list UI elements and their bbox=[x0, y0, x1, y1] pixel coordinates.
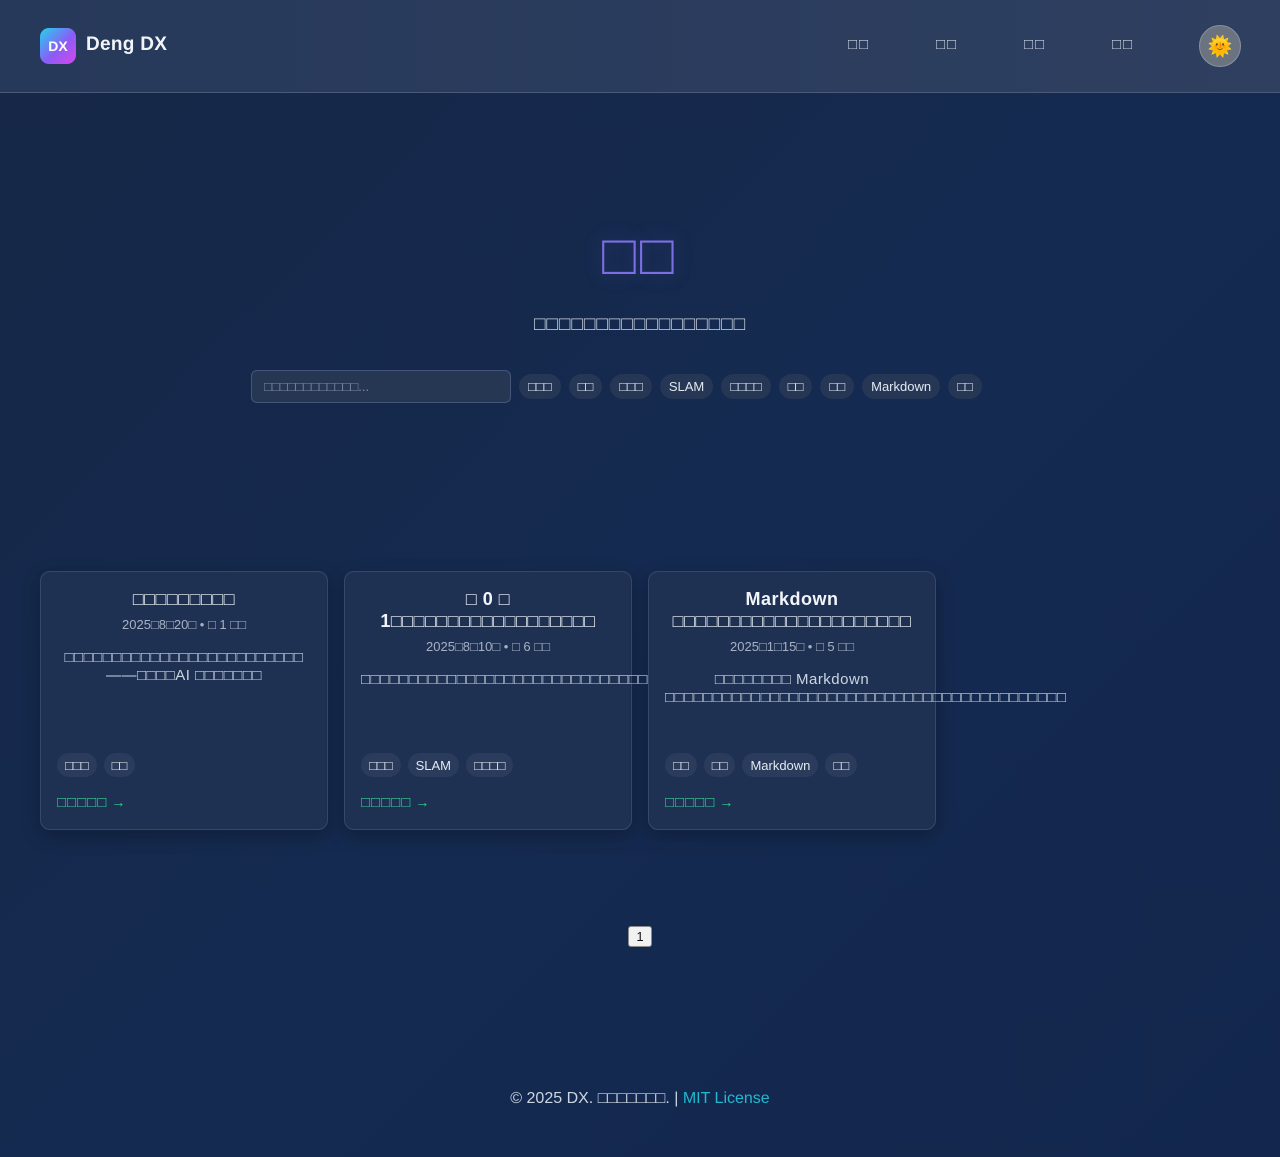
post-title[interactable]: □□□□□□□□□ bbox=[57, 588, 311, 610]
nav-link-4[interactable]: □□ bbox=[1112, 36, 1134, 53]
read-more-link[interactable]: □□□□□ → bbox=[361, 794, 430, 811]
post-meta: 2025□8□10□ • □ 6 □□ bbox=[426, 639, 550, 654]
tag-filter-list: □□□ □□ □□□ SLAM □□□□ □□ □□ Markdown □□ bbox=[519, 374, 982, 399]
post-tags: □□ □□ Markdown □□ bbox=[665, 753, 858, 777]
post-tag[interactable]: □□□ bbox=[57, 753, 97, 777]
read-more-link[interactable]: □□□□□ → bbox=[665, 794, 734, 811]
post-card[interactable]: □ 0 □ 1□□□□□□□□□□□□□□□□□□ 2025□8□10□ • □… bbox=[344, 571, 840, 830]
filter-chip[interactable]: Markdown bbox=[862, 374, 941, 399]
theme-toggle-button[interactable]: 🌞 bbox=[1199, 25, 1241, 67]
arrow-right-icon: → bbox=[415, 794, 431, 810]
post-tags: □□□ □□ bbox=[57, 753, 136, 777]
site-brand[interactable]: Deng DX bbox=[86, 34, 167, 56]
site-footer: © 2025 DX. □□□□□□□. | MIT License bbox=[0, 1090, 1280, 1108]
filter-chip[interactable]: □□□ bbox=[610, 374, 652, 399]
nav-link-2[interactable]: □□ bbox=[936, 36, 958, 53]
license-link[interactable]: MIT License bbox=[683, 1090, 770, 1107]
post-tag[interactable]: □□ bbox=[103, 753, 136, 777]
read-more-link[interactable]: □□□□□ → bbox=[57, 794, 126, 811]
post-tag[interactable]: SLAM bbox=[407, 753, 459, 777]
read-more-label: □□□□□ bbox=[57, 794, 108, 811]
read-more-label: □□□□□ bbox=[665, 794, 716, 811]
post-excerpt: □□□□□□□□□□□□□□□□□□□□□□□□□□□□□□□□□□□□□□□□… bbox=[361, 671, 840, 688]
post-title[interactable]: □ 0 □ 1□□□□□□□□□□□□□□□□□□ bbox=[361, 588, 615, 632]
arrow-right-icon: → bbox=[719, 794, 735, 810]
page-title: □□ bbox=[602, 223, 678, 286]
filter-chip[interactable]: SLAM bbox=[659, 374, 714, 399]
post-tag[interactable]: □□ bbox=[825, 753, 858, 777]
post-card[interactable]: □□□□□□□□□ 2025□8□20□ • □ 1 □□ □□□□□□□□□□… bbox=[40, 571, 328, 830]
post-meta: 2025□8□20□ • □ 1 □□ bbox=[122, 617, 246, 632]
post-card[interactable]: Markdown □□□□□□□□□□□□□□□□□□□□□ 2025□1□15… bbox=[648, 571, 1067, 830]
post-tag[interactable]: Markdown bbox=[742, 753, 819, 777]
nav-link-1[interactable]: □□ bbox=[848, 36, 870, 53]
filter-chip[interactable]: □□ bbox=[778, 374, 813, 399]
nav-link-3[interactable]: □□ bbox=[1024, 36, 1046, 53]
post-tag[interactable]: □□ bbox=[665, 753, 697, 777]
post-excerpt: □□□□□□□□□□□□□□□□□□□□□□□□□——□□□□AI □□□□□□… bbox=[64, 649, 304, 684]
filter-chip[interactable]: □□ bbox=[820, 374, 855, 399]
page-subtitle: □□□□□□□□□□□□□□□□□ bbox=[533, 314, 747, 335]
arrow-right-icon: → bbox=[111, 794, 127, 810]
post-tag[interactable]: □□□□ bbox=[465, 753, 514, 777]
filter-chip[interactable]: □□□ bbox=[519, 374, 561, 399]
post-excerpt: □□□□□□□□ Markdown □□□□□□□□□□□□□□□□□□□□□□… bbox=[665, 671, 1067, 706]
post-tag[interactable]: □□□ bbox=[361, 753, 401, 777]
search-input[interactable] bbox=[251, 370, 511, 403]
post-meta: 2025□1□15□ • □ 5 □□ bbox=[730, 639, 854, 654]
pagination-page-button[interactable]: 1 bbox=[628, 926, 652, 947]
post-tag[interactable]: □□ bbox=[703, 753, 736, 777]
logo-icon[interactable]: DX bbox=[40, 28, 76, 64]
read-more-label: □□□□□ bbox=[361, 794, 412, 811]
post-title[interactable]: Markdown □□□□□□□□□□□□□□□□□□□□□ bbox=[665, 588, 919, 632]
post-tags: □□□ SLAM □□□□ bbox=[361, 753, 514, 777]
footer-copyright: © 2025 DX. □□□□□□□. | bbox=[510, 1090, 679, 1107]
site-header: DX Deng DX □□ □□ □□ □□ 🌞 bbox=[0, 0, 1280, 93]
sun-icon: 🌞 bbox=[1207, 35, 1233, 58]
filter-chip[interactable]: □□ bbox=[948, 374, 982, 399]
filter-chip[interactable]: □□ bbox=[568, 374, 603, 399]
filter-chip[interactable]: □□□□ bbox=[721, 374, 771, 399]
